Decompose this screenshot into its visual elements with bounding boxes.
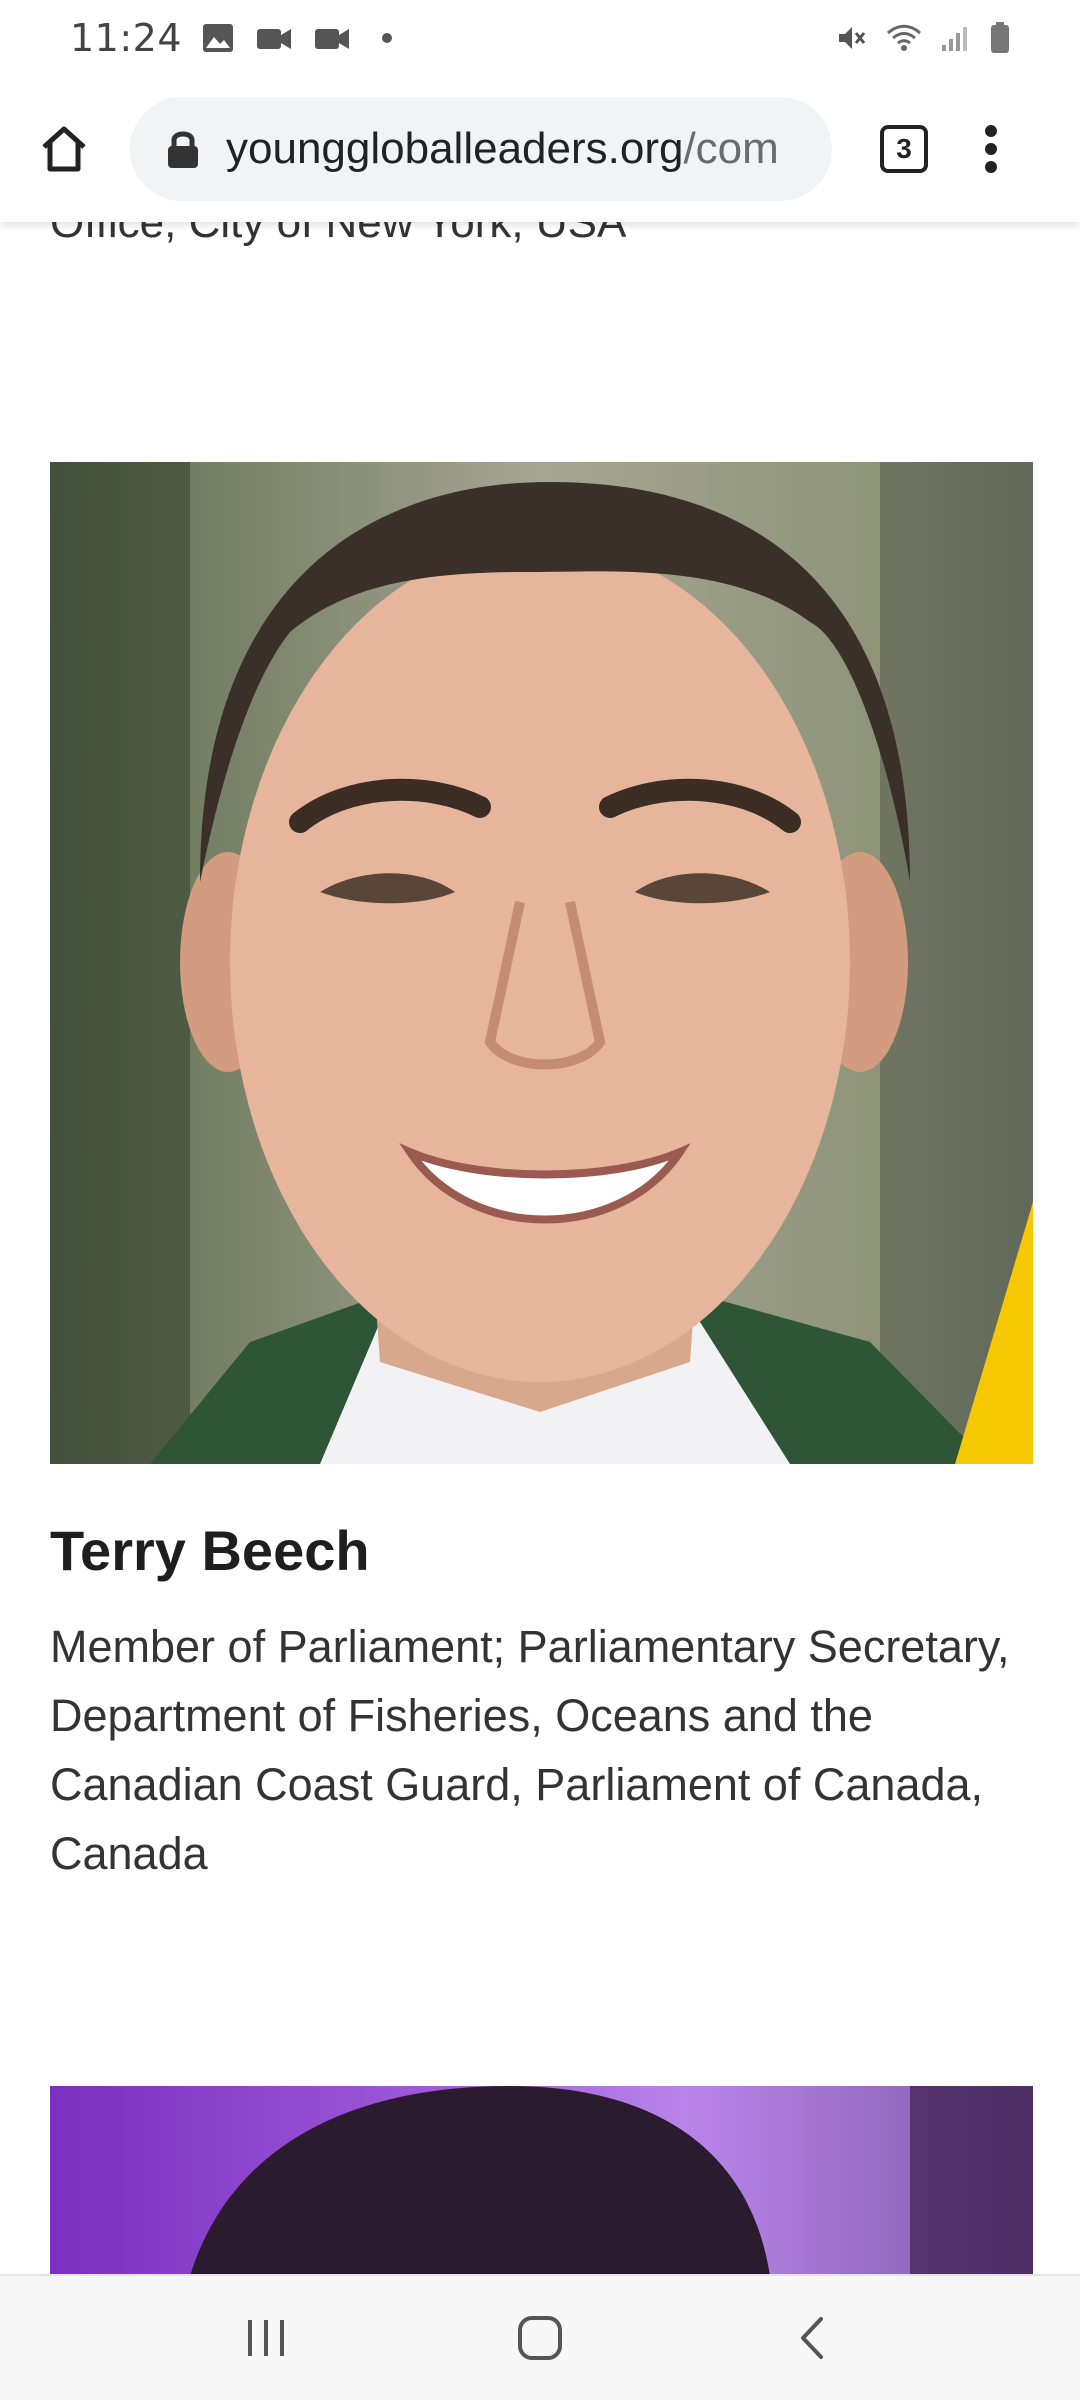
tab-switcher-button[interactable]: 3	[880, 125, 928, 173]
lock-icon	[168, 131, 198, 168]
url-domain: younggloballeaders.org	[226, 124, 684, 173]
profile-photo[interactable]	[50, 462, 1033, 1464]
portrait-illustration	[50, 462, 1033, 1464]
battery-icon	[991, 22, 1009, 53]
profile-title: Member of Parliament; Parliamentary Secr…	[50, 1621, 1010, 1879]
menu-dot-icon	[985, 143, 997, 155]
browser-toolbar: younggloballeaders.org/com 3	[0, 76, 1080, 222]
page-content: Office, City of New York, USA Terry Beec…	[0, 0, 1080, 2274]
back-icon	[801, 2317, 824, 2359]
home-icon	[42, 126, 86, 172]
video-icon	[257, 29, 292, 49]
address-bar[interactable]: younggloballeaders.org/com	[130, 97, 832, 201]
menu-dot-icon	[985, 161, 997, 173]
signal-icon	[942, 27, 967, 51]
recents-icon	[247, 2320, 284, 2356]
recents-button[interactable]	[227, 2298, 307, 2378]
menu-dot-icon	[985, 125, 997, 137]
dot-icon	[382, 33, 393, 43]
next-profile-photo[interactable]	[50, 2086, 1033, 2274]
mute-icon	[839, 27, 866, 49]
next-portrait-illustration	[190, 2086, 1033, 2274]
url-path: /com	[683, 124, 779, 173]
status-bar: 11:24	[0, 0, 1080, 76]
home-nav-button[interactable]	[500, 2298, 580, 2378]
back-button[interactable]	[773, 2298, 853, 2378]
wifi-icon	[886, 24, 922, 51]
profile-name[interactable]: Terry Beech	[50, 1518, 370, 1583]
image-icon	[203, 24, 234, 52]
status-notification-icons	[202, 23, 393, 53]
url-text: younggloballeaders.org/com	[226, 124, 779, 174]
system-navigation-bar	[0, 2274, 1080, 2400]
home-circle-icon	[517, 2316, 562, 2360]
video-icon	[315, 29, 350, 49]
status-system-icons	[836, 22, 1010, 54]
status-time: 11:24	[70, 16, 183, 60]
browser-menu-button[interactable]	[976, 119, 1006, 179]
browser-home-button[interactable]	[34, 119, 94, 179]
